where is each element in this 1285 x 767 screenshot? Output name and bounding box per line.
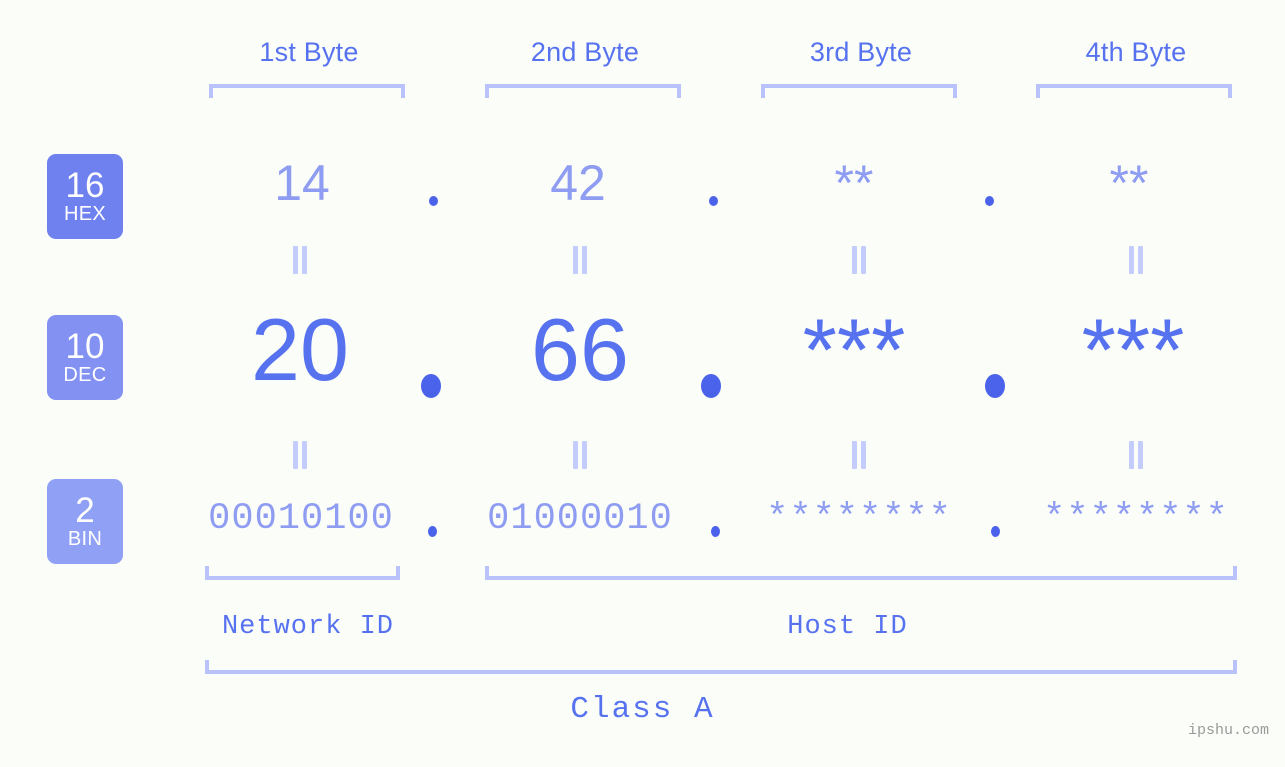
base-badge-dec-name: DEC (63, 364, 106, 386)
dec-byte-4: *** (1017, 296, 1249, 404)
hex-separator-dot-1 (429, 196, 438, 206)
equals-mark-hex-dec-4 (1126, 246, 1146, 274)
byte-bracket-top-3 (761, 84, 957, 98)
equals-mark-dec-bin-3 (849, 441, 869, 469)
base-badge-hex-name: HEX (64, 203, 106, 225)
equals-mark-dec-bin-2 (570, 441, 590, 469)
byte-header-1: 1st Byte (193, 33, 425, 71)
equals-mark-hex-dec-3 (849, 246, 869, 274)
hex-separator-dot-2 (709, 196, 718, 206)
hex-separator-dot-3 (985, 196, 994, 206)
hex-byte-1: 14 (186, 152, 418, 214)
host-id-bracket (485, 566, 1237, 580)
hex-byte-2: 42 (462, 152, 694, 214)
bin-byte-4: ******** (1020, 491, 1252, 547)
host-id-label: Host ID (745, 609, 950, 645)
dec-separator-dot-2 (701, 374, 721, 398)
watermark: ipshu.com (1188, 722, 1269, 739)
base-badge-bin-number: 2 (75, 494, 94, 528)
base-badge-bin-name: BIN (68, 528, 102, 550)
dec-byte-3: *** (738, 296, 970, 404)
base-badge-hex: 16 HEX (47, 154, 123, 239)
byte-bracket-top-4 (1036, 84, 1232, 98)
bin-byte-3: ******** (743, 491, 975, 547)
class-label: Class A (0, 692, 1285, 727)
hex-byte-4: ** (1013, 152, 1245, 214)
class-bracket (205, 660, 1237, 674)
equals-mark-dec-bin-4 (1126, 441, 1146, 469)
byte-header-2: 2nd Byte (469, 33, 701, 71)
bin-byte-1: 00010100 (185, 491, 417, 547)
equals-mark-dec-bin-1 (290, 441, 310, 469)
bin-separator-dot-1 (428, 526, 437, 537)
dec-byte-1: 20 (184, 296, 416, 404)
base-badge-dec-number: 10 (66, 330, 105, 364)
ip-byte-diagram: 1st Byte 2nd Byte 3rd Byte 4th Byte 16 H… (0, 0, 1285, 767)
equals-mark-hex-dec-2 (570, 246, 590, 274)
equals-mark-hex-dec-1 (290, 246, 310, 274)
bin-byte-2: 01000010 (464, 491, 696, 547)
dec-byte-2: 66 (464, 296, 696, 404)
bin-separator-dot-2 (711, 526, 720, 537)
network-id-label: Network ID (192, 609, 424, 645)
network-id-bracket (205, 566, 400, 580)
byte-bracket-top-1 (209, 84, 405, 98)
byte-header-4: 4th Byte (1020, 33, 1252, 71)
dec-separator-dot-3 (985, 374, 1005, 398)
bin-separator-dot-3 (991, 526, 1000, 537)
base-badge-dec: 10 DEC (47, 315, 123, 400)
hex-byte-3: ** (738, 152, 970, 214)
base-badge-bin: 2 BIN (47, 479, 123, 564)
dec-separator-dot-1 (421, 374, 441, 398)
byte-bracket-top-2 (485, 84, 681, 98)
byte-header-3: 3rd Byte (745, 33, 977, 71)
base-badge-hex-number: 16 (66, 169, 105, 203)
